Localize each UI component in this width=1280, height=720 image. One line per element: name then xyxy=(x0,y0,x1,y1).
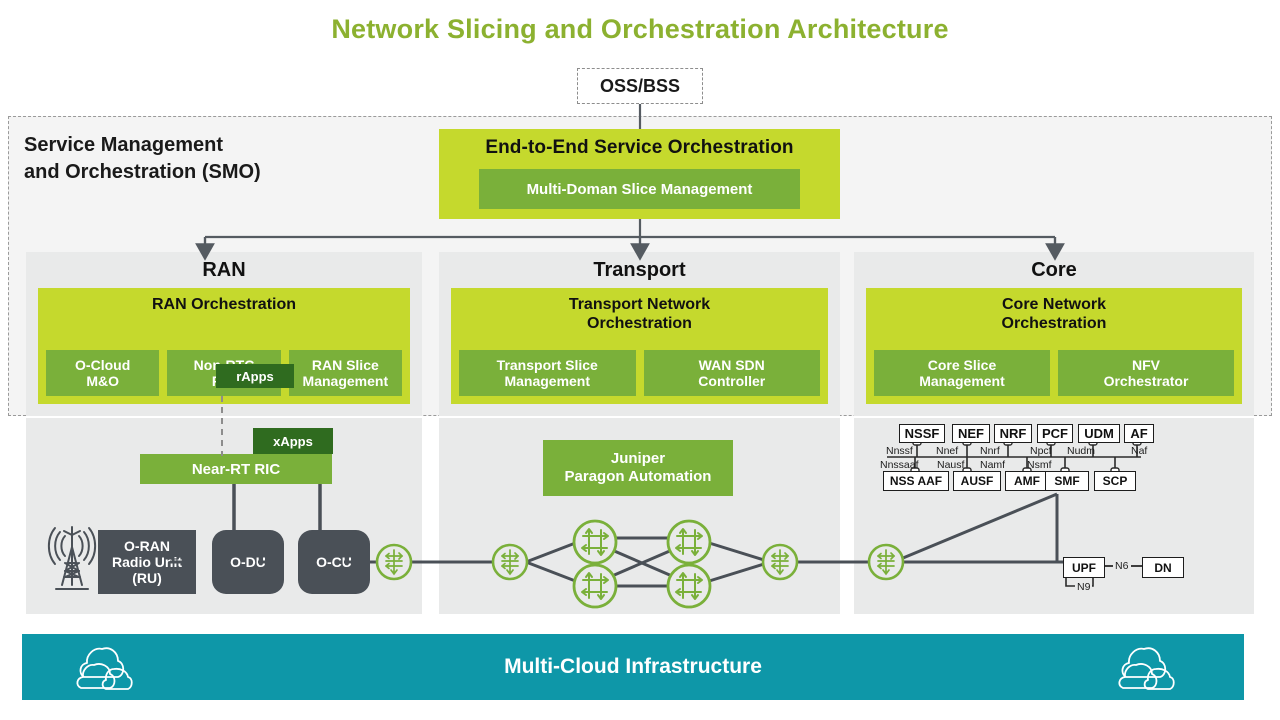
iface-label-nnrf: Nnrf xyxy=(980,445,1000,457)
o-du-node: O-DU xyxy=(212,530,284,594)
nf-box-pcf: PCF xyxy=(1037,424,1073,443)
transport-infrastructure-panel: Juniper Paragon Automation xyxy=(439,418,840,614)
core-infrastructure-panel: NSSF NEF NRF PCF UDM AF Nnssf Nnef Nnrf … xyxy=(854,418,1254,614)
nf-box-smf: SMF xyxy=(1045,471,1089,491)
iface-label-npcf: Npcf xyxy=(1030,445,1052,457)
e2e-title: End-to-End Service Orchestration xyxy=(485,137,794,158)
nf-box-af: AF xyxy=(1124,424,1154,443)
nf-box-nef: NEF xyxy=(952,424,990,443)
orch-item-ran-slice-management: RAN Slice Management xyxy=(288,349,402,396)
near-rt-ric-box: Near-RT RIC xyxy=(140,454,332,484)
interface-label-n9: N9 xyxy=(1075,581,1093,593)
iface-label-nausf: Nausf xyxy=(937,459,965,471)
nf-box-nssf: NSSF xyxy=(899,424,945,443)
nf-box-udm: UDM xyxy=(1078,424,1120,443)
iface-label-nnssaaf: Nnssaaf xyxy=(880,459,919,471)
multi-cloud-label: Multi-Cloud Infrastructure xyxy=(504,655,762,678)
antenna-tower-icon xyxy=(47,526,97,590)
nf-box-amf: AMF xyxy=(1005,471,1049,491)
o-cu-node: O-CU xyxy=(298,530,370,594)
iface-label-namf: Namf xyxy=(980,459,1006,471)
ran-infrastructure-panel: xApps Near-RT RIC O-RAN Radio Unit (RU) O- xyxy=(26,418,422,614)
ossbss-box: OSS/BSS xyxy=(577,68,703,104)
orch-item-transport-slice-management: Transport Slice Management xyxy=(459,349,636,396)
iface-label-nsmf: Nsmf xyxy=(1027,459,1052,471)
iface-label-nnef: Nnef xyxy=(936,445,959,457)
rapps-badge: rApps xyxy=(216,364,294,388)
diagram-root: Network Slicing and Orchestration Archit… xyxy=(0,0,1280,720)
domain-column-ran: RAN RAN Orchestration rApps O-CloudM&O N… xyxy=(26,252,422,416)
orch-item-core-slice-management: Core Slice Management xyxy=(874,349,1050,396)
core-orchestration-title: Core Network Orchestration xyxy=(1001,296,1107,333)
iface-label-nnssf: Nnssf xyxy=(886,445,913,457)
iface-label-nudm: Nudm xyxy=(1067,445,1096,457)
domain-title-transport: Transport xyxy=(593,259,686,281)
domain-column-core: Core Core Network Orchestration Core Slic… xyxy=(854,252,1254,416)
orch-item-o-cloud-mo: O-Cloud M&O xyxy=(46,349,160,396)
domain-column-transport: Transport Transport Network Orchestration… xyxy=(439,252,840,416)
nf-box-nss-aaf: NSS AAF xyxy=(883,471,949,491)
smo-label: Service Management and Orchestration (SM… xyxy=(24,132,261,186)
page-title: Network Slicing and Orchestration Archit… xyxy=(331,14,949,44)
nf-box-scp: SCP xyxy=(1094,471,1136,491)
cloud-icon-right xyxy=(1118,647,1175,690)
domain-title-ran: RAN xyxy=(202,259,246,281)
ran-orchestration-box: RAN Orchestration rApps O-CloudM&O Non-R… xyxy=(38,288,410,404)
multi-cloud-infrastructure-bar: Multi-Cloud Infrastructure xyxy=(22,634,1244,700)
smo-label-line1: Service Management xyxy=(24,134,223,156)
core-orchestration-box: Core Network Orchestration Core Slice Mana… xyxy=(866,288,1242,404)
domain-title-core: Core xyxy=(1031,259,1077,281)
transport-orchestration-title: Transport Network Orchestration xyxy=(568,296,711,333)
e2e-orchestration-box: End-to-End Service Orchestration Multi-D… xyxy=(439,129,840,219)
interface-label-n6: N6 xyxy=(1113,560,1131,572)
nf-box-upf: UPF xyxy=(1063,557,1105,578)
smo-label-line2: and Orchestration (SMO) xyxy=(24,161,261,183)
orch-item-wan-sdn-controller: WAN SDN Controller xyxy=(643,349,820,396)
o-ran-radio-unit: O-RAN Radio Unit (RU) xyxy=(98,530,196,594)
xapps-badge: xApps xyxy=(253,428,333,454)
transport-orchestration-items: Transport Slice Management WAN SDN Control… xyxy=(459,349,820,396)
iface-label-naf: Naf xyxy=(1131,445,1148,457)
cloud-icon-left xyxy=(76,647,133,690)
core-orchestration-items: Core Slice Management NFV Orchestrator xyxy=(874,349,1234,396)
juniper-paragon-automation-box: Juniper Paragon Automation xyxy=(543,440,733,496)
ran-orchestration-title: RAN Orchestration xyxy=(151,296,297,313)
nf-box-ausf: AUSF xyxy=(953,471,1001,491)
nf-box-dn: DN xyxy=(1142,557,1184,578)
transport-orchestration-box: Transport Network Orchestration Transport… xyxy=(451,288,828,404)
orch-item-nfv-orchestrator: NFV Orchestrator xyxy=(1058,349,1234,396)
multi-domain-slice-management: Multi-Doman Slice Management xyxy=(479,169,800,209)
nf-box-nrf: NRF xyxy=(994,424,1032,443)
